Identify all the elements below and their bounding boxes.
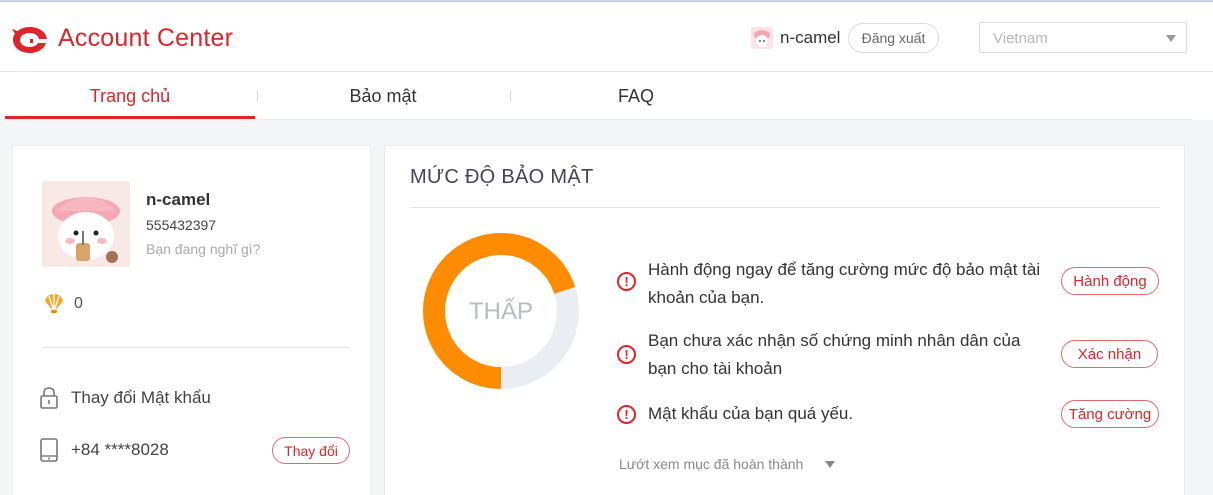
logout-button[interactable]: Đăng xuất <box>848 23 939 53</box>
take-action-button[interactable]: Hành động <box>1061 267 1159 295</box>
change-phone-button[interactable]: Thay đổi <box>272 437 350 464</box>
phone-icon <box>40 438 58 462</box>
issue-text: Bạn chưa xác nhận số chứng minh nhân dân… <box>648 331 1021 378</box>
garena-logo-icon[interactable] <box>11 24 49 56</box>
tab-home[interactable]: Trang chủ <box>5 72 255 120</box>
security-level-card: MỨC ĐỘ BẢO MẬT THẤP ! Hành động ngay để … <box>384 145 1185 495</box>
warning-icon: ! <box>617 345 636 364</box>
warning-icon: ! <box>617 405 636 424</box>
security-gauge: THẤP <box>423 233 579 389</box>
security-level-title: MỨC ĐỘ BẢO MẬT <box>410 166 594 188</box>
main-tabs: Trang chủ Bảo mật FAQ <box>0 72 1213 120</box>
profile-avatar[interactable] <box>42 181 130 267</box>
view-completed-link[interactable]: Lướt xem mục đã hoàn thành <box>619 456 803 472</box>
profile-id: 555432397 <box>146 217 217 233</box>
verify-id-button[interactable]: Xác nhận <box>1061 340 1158 368</box>
warning-icon: ! <box>617 272 636 291</box>
user-avatar-small[interactable] <box>751 27 773 49</box>
shell-count: 0 <box>74 295 83 312</box>
tab-security[interactable]: Bảo mật <box>258 72 508 120</box>
profile-card: n-camel 555432397 Bạn đang nghĩ gì? 0 Th… <box>12 145 371 495</box>
tab-faq[interactable]: FAQ <box>511 72 761 120</box>
security-level-label: THẤP <box>469 297 533 325</box>
profile-status-input[interactable]: Bạn đang nghĩ gì? <box>146 241 260 257</box>
shell-icon <box>45 294 63 313</box>
header-username[interactable]: n-camel <box>780 28 840 48</box>
strengthen-password-button[interactable]: Tăng cường <box>1061 400 1159 428</box>
phone-number: +84 ****8028 <box>71 440 169 459</box>
profile-name: n-camel <box>146 190 211 209</box>
issue-text: Mật khẩu của bạn quá yếu. <box>648 404 854 423</box>
section-divider <box>410 207 1160 208</box>
chevron-down-icon[interactable] <box>825 461 835 468</box>
tabs-divider <box>0 119 1192 120</box>
brand-title: Account Center <box>58 24 234 52</box>
divider <box>42 347 350 348</box>
top-header: Account Center n-camel Đăng xuất Vietnam <box>0 0 1213 72</box>
region-value: Vietnam <box>993 30 1048 47</box>
change-password-link[interactable]: Thay đổi Mật khẩu <box>71 388 211 408</box>
chevron-down-icon <box>1166 35 1176 42</box>
issue-text: Hành động ngay để tăng cường mức độ bảo … <box>648 260 1041 307</box>
region-select[interactable]: Vietnam <box>979 22 1187 53</box>
lock-icon <box>40 387 58 409</box>
